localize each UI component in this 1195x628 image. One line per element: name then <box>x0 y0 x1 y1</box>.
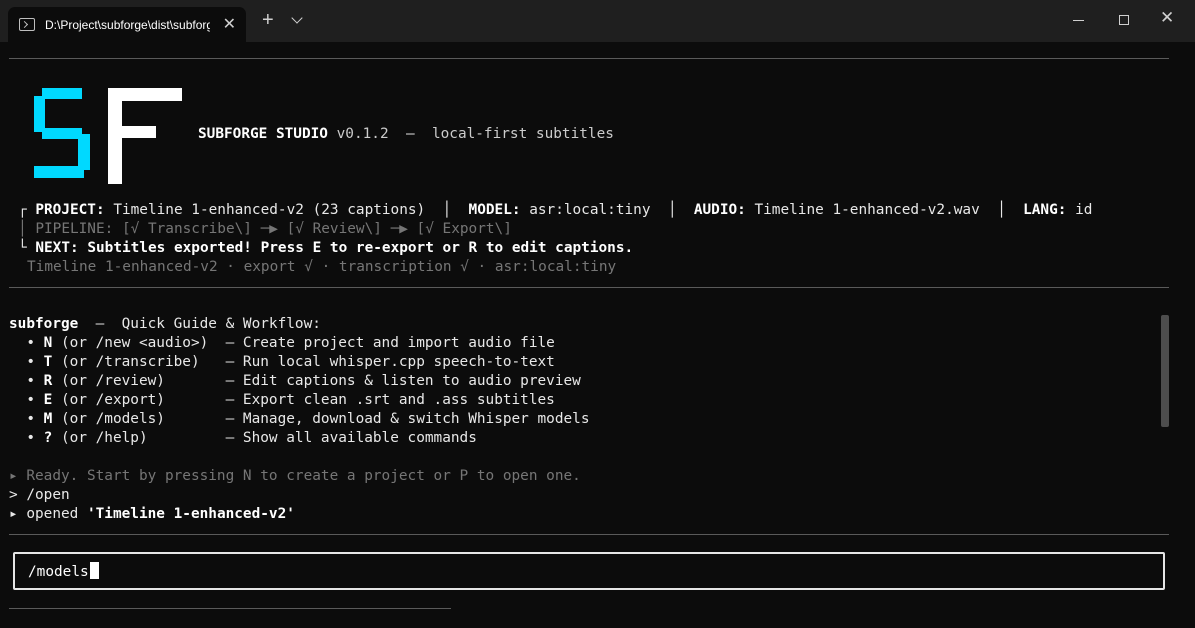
dropdown-chevron-icon[interactable] <box>291 12 303 24</box>
sf-logo: SF <box>34 88 182 184</box>
guide-item-models: • M (or /models) — Manage, download & sw… <box>9 411 590 427</box>
guide-item-help: • ? (or /help) — Show all available comm… <box>9 430 477 446</box>
command-input[interactable]: /models <box>13 552 1165 590</box>
app-version: v0.1.2 <box>336 126 389 142</box>
app-title: SUBFORGE STUDIO v0.1.2 — local-first sub… <box>198 126 614 142</box>
title-bar: D:\Project\subforge\dist\subforge.exe ✕ … <box>0 0 1195 42</box>
terminal-icon <box>19 18 35 31</box>
maximize-button[interactable] <box>1119 15 1129 25</box>
guide-item-export: • E (or /export) — Export clean .srt and… <box>9 392 555 408</box>
divider-top <box>9 58 1169 59</box>
guide-item-review: • R (or /review) — Edit captions & liste… <box>9 373 581 389</box>
log-line-opened: ▸ opened 'Timeline 1-enhanced-v2' <box>9 506 295 522</box>
app-name: SUBFORGE STUDIO <box>198 126 328 142</box>
status-line-next: └ NEXT: Subtitles exported! Press E to r… <box>18 240 634 256</box>
divider-bottom <box>9 534 1169 535</box>
status-line-project: ┌ PROJECT: Timeline 1-enhanced-v2 (23 ca… <box>18 202 1093 218</box>
tab-title: D:\Project\subforge\dist\subforge.exe <box>45 17 210 32</box>
text-cursor <box>89 562 99 579</box>
guide-heading: subforge — Quick Guide & Workflow: <box>9 316 321 332</box>
command-input-value[interactable]: /models <box>28 564 89 580</box>
app-tagline: local-first subtitles <box>431 126 614 142</box>
minimize-button[interactable] <box>1073 20 1084 21</box>
log-line-ready: ▸ Ready. Start by pressing N to create a… <box>9 468 581 484</box>
log-line-command: > /open <box>9 487 70 503</box>
close-button[interactable]: ✕ <box>1160 8 1174 28</box>
new-tab-button[interactable]: + <box>262 9 274 32</box>
guide-item-transcribe: • T (or /transcribe) — Run local whisper… <box>9 354 555 370</box>
scrollbar-thumb[interactable] <box>1161 315 1169 427</box>
status-line-pipeline: │ PIPELINE: [√ Transcribe\] ─▶ [√ Review… <box>18 221 512 237</box>
terminal-tab[interactable]: D:\Project\subforge\dist\subforge.exe ✕ <box>8 7 246 42</box>
divider-middle <box>9 287 1169 288</box>
tab-close-button[interactable]: ✕ <box>223 14 236 34</box>
guide-item-new: • N (or /new <audio>) — Create project a… <box>9 335 555 351</box>
divider-footer <box>9 608 451 609</box>
status-summary: Timeline 1-enhanced-v2 · export √ · tran… <box>27 259 617 275</box>
